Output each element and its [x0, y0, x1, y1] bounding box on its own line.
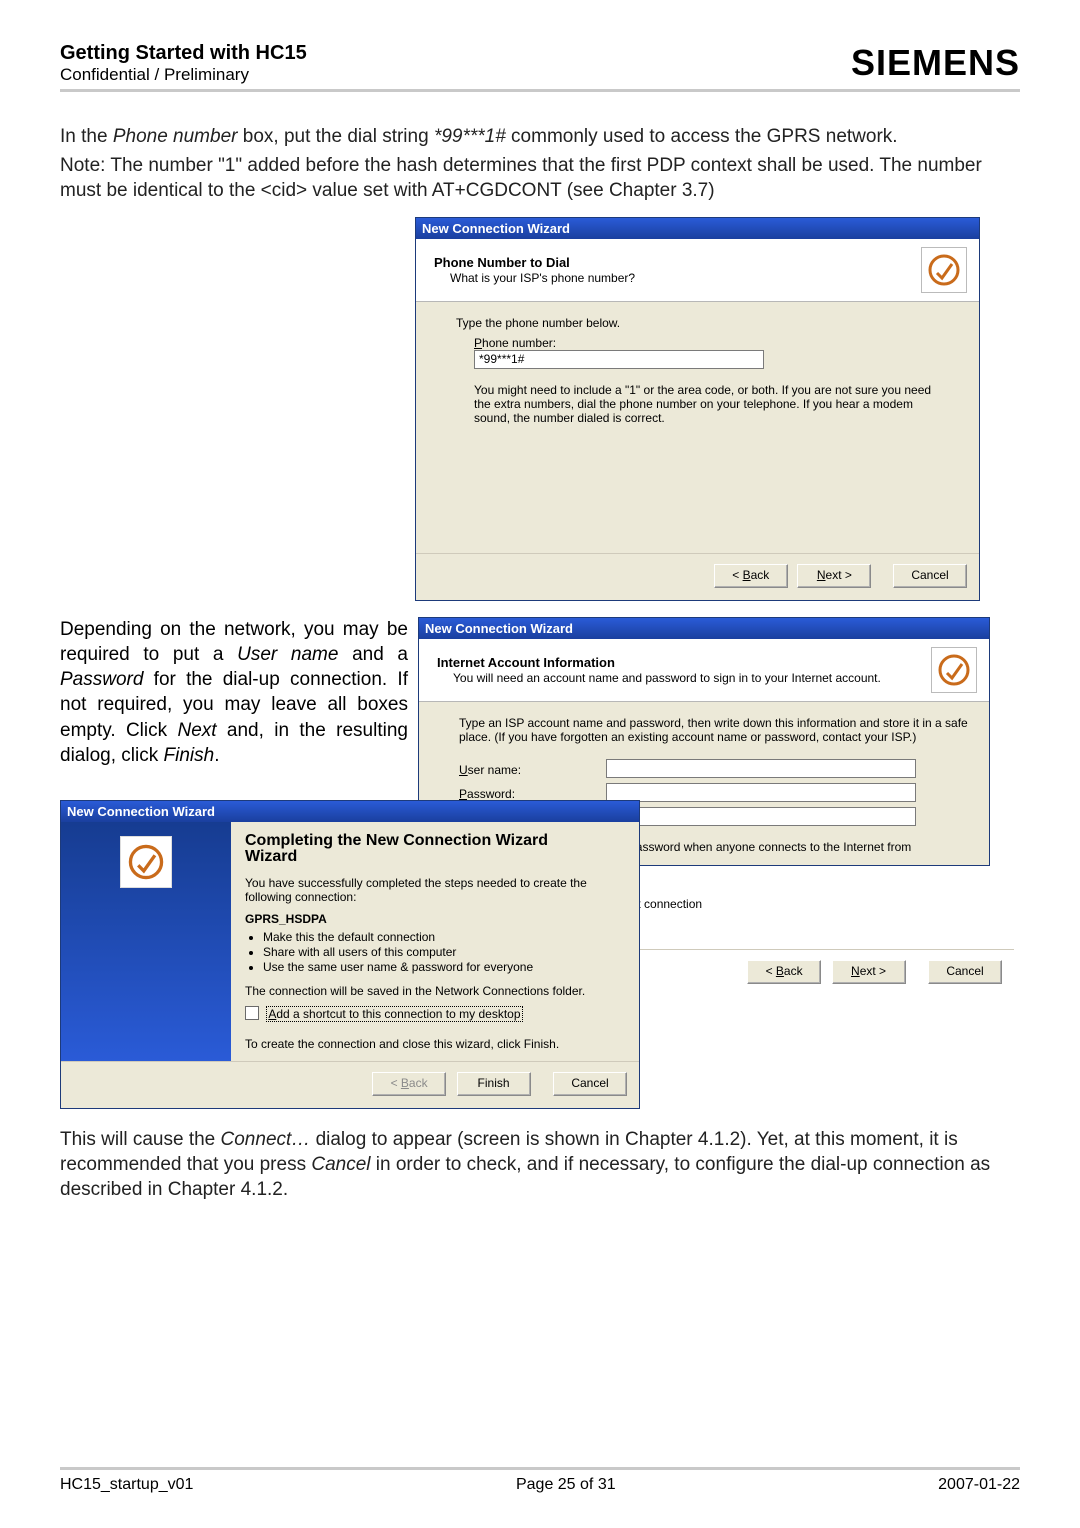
- wizard-icon: [931, 647, 977, 693]
- cancel-button[interactable]: Cancel: [928, 960, 1002, 984]
- username-label: User name:: [459, 763, 521, 777]
- back-button: < Back: [372, 1072, 446, 1096]
- page-header-subtitle: Confidential / Preliminary: [60, 65, 307, 85]
- wizard1-heading: Phone Number to Dial: [434, 255, 570, 270]
- back-button[interactable]: < Back: [714, 564, 788, 588]
- shortcut-label: Add a shortcut to this connection to my …: [266, 1006, 522, 1022]
- wizard3-li3: Use the same user name & password for ev…: [263, 960, 625, 974]
- password-label: Password:: [459, 787, 515, 801]
- next-button[interactable]: Next >: [797, 564, 871, 588]
- connection-name: GPRS_HSDPA: [245, 912, 327, 926]
- username-input[interactable]: [606, 759, 916, 778]
- wizard3-titlebar: New Connection Wizard: [61, 801, 639, 822]
- footer-mid: Page 25 of 31: [516, 1476, 616, 1494]
- wizard3-p3: To create the connection and close this …: [245, 1037, 625, 1051]
- wizard3-side-graphic: [61, 822, 231, 1061]
- wizard1-hint: You might need to include a "1" or the a…: [474, 383, 944, 425]
- password-input[interactable]: [606, 783, 916, 802]
- paragraph-closing: This will cause the Connect… dialog to a…: [60, 1127, 1020, 1202]
- wizard1-subheading: What is your ISP's phone number?: [434, 271, 635, 285]
- wizard1-instruction: Type the phone number below.: [456, 316, 957, 330]
- shortcut-checkbox[interactable]: [245, 1006, 259, 1020]
- page-header-title: Getting Started with HC15: [60, 42, 307, 65]
- wizard2-subheading: You will need an account name and passwo…: [437, 671, 881, 685]
- wizard2-titlebar: New Connection Wizard: [419, 618, 989, 639]
- wizard3-p2: The connection will be saved in the Netw…: [245, 984, 625, 998]
- wizard1-titlebar: New Connection Wizard: [416, 218, 979, 239]
- cancel-button[interactable]: Cancel: [553, 1072, 627, 1096]
- brand-logo: SIEMENS: [851, 42, 1020, 84]
- cancel-button[interactable]: Cancel: [893, 564, 967, 588]
- wizard-icon: [921, 247, 967, 293]
- wizard3-li1: Make this the default connection: [263, 930, 625, 944]
- confirm-password-input[interactable]: [606, 807, 916, 826]
- paragraph-note: Note: The number "1" added before the ha…: [60, 153, 1020, 203]
- wizard2-description: Type an ISP account name and password, t…: [459, 716, 969, 744]
- paragraph-phone-number: In the Phone number box, put the dial st…: [60, 124, 1020, 149]
- footer-left: HC15_startup_v01: [60, 1476, 193, 1494]
- next-button[interactable]: Next >: [832, 960, 906, 984]
- wizard3-p1: You have successfully completed the step…: [245, 876, 625, 904]
- wizard3-heading-2: Wizard: [245, 848, 625, 866]
- footer-right: 2007-01-22: [938, 1476, 1020, 1494]
- finish-button[interactable]: Finish: [457, 1072, 531, 1096]
- phone-number-input[interactable]: *99***1#: [474, 350, 764, 369]
- wizard3-li2: Share with all users of this computer: [263, 945, 625, 959]
- back-button[interactable]: < Back: [747, 960, 821, 984]
- wizard2-heading: Internet Account Information: [437, 655, 615, 670]
- phone-number-label: Phone number:: [474, 336, 556, 350]
